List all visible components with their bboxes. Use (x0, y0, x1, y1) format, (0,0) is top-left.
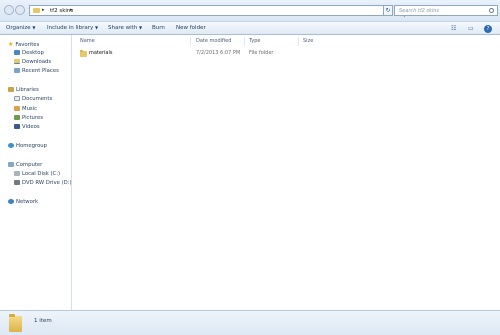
forward-button[interactable] (15, 5, 25, 15)
nav-network-label: Network (16, 199, 39, 205)
refresh-button[interactable]: ↻ (383, 5, 393, 16)
column-header-size[interactable]: Size (303, 38, 313, 44)
organize-button[interactable]: Organize ▼ (6, 25, 35, 31)
include-in-library-label: Include in library (47, 24, 94, 31)
nav-computer[interactable]: Computer (8, 162, 42, 168)
column-header-name[interactable]: Name (80, 38, 95, 44)
address-bar-row: ▸ tf2 skins ▸ ▾ ↻ Search tf2 skins (0, 0, 500, 21)
downloads-icon (14, 59, 20, 64)
organize-label: Organize (6, 24, 31, 31)
nav-item-local-disk[interactable]: Local Disk (C:) (14, 171, 60, 177)
nav-network[interactable]: Network (8, 199, 38, 205)
documents-icon (14, 96, 20, 101)
breadcrumb-arrow[interactable]: ▸ (70, 7, 73, 13)
dvd-drive-icon (14, 180, 20, 185)
nav-homegroup[interactable]: Homegroup (8, 143, 47, 149)
nav-item-music[interactable]: Music (14, 106, 37, 112)
computer-icon (8, 162, 14, 167)
folder-icon (80, 50, 87, 57)
include-in-library-button[interactable]: Include in library ▼ (47, 25, 98, 31)
file-name[interactable]: materials (89, 50, 112, 56)
nav-favorites-label: Favorites (15, 42, 40, 48)
back-button[interactable] (4, 5, 14, 15)
column-divider[interactable] (190, 37, 191, 46)
breadcrumb-separator[interactable]: ▸ (42, 7, 45, 13)
column-divider[interactable] (244, 37, 245, 46)
chevron-down-icon: ▼ (94, 24, 99, 30)
nav-item-label: Videos (22, 124, 40, 130)
nav-item-desktop[interactable]: Desktop (14, 50, 44, 56)
column-header-type[interactable]: Type (249, 38, 260, 44)
nav-item-label: Music (22, 106, 38, 112)
nav-libraries-label: Libraries (16, 87, 39, 93)
libraries-icon (8, 87, 14, 92)
nav-libraries[interactable]: Libraries (8, 87, 39, 93)
nav-item-dvd-drive[interactable]: DVD RW Drive (D:) H (14, 180, 77, 186)
videos-icon (14, 124, 20, 129)
music-icon (14, 106, 20, 111)
details-pane: 1 item (0, 310, 500, 335)
nav-item-label: Local Disk (C:) (22, 171, 61, 177)
nav-item-label: Documents (22, 96, 53, 102)
views-icon[interactable]: ☷ (451, 25, 456, 32)
network-icon (8, 199, 14, 204)
search-icon (489, 8, 494, 13)
address-field[interactable]: ▸ tf2 skins ▸ ▾ (29, 5, 406, 19)
search-placeholder: Search tf2 skins (399, 7, 440, 14)
star-icon: ★ (8, 41, 14, 48)
column-divider[interactable] (298, 37, 299, 46)
pictures-icon (14, 115, 20, 120)
preview-pane-icon[interactable]: ▭ (468, 25, 474, 32)
nav-item-label: Desktop (22, 50, 44, 56)
file-type: File folder (249, 50, 274, 56)
recent-places-icon (14, 68, 20, 73)
file-date-modified: 7/2/2013 6:07 PM (196, 50, 241, 56)
search-input[interactable]: Search tf2 skins (394, 5, 498, 16)
chevron-down-icon: ▼ (32, 24, 36, 30)
item-count: 1 item (34, 318, 52, 324)
file-list-pane: Name Date modified Type Size materials 7… (72, 35, 500, 310)
homegroup-icon (8, 143, 14, 148)
help-icon[interactable]: ? (484, 25, 492, 33)
folder-icon (33, 8, 40, 13)
disk-icon (14, 171, 20, 176)
nav-item-label: Downloads (22, 59, 52, 65)
nav-item-recent-places[interactable]: Recent Places (14, 68, 59, 74)
nav-item-label: DVD RW Drive (D:) H (22, 180, 78, 186)
folder-icon (9, 314, 22, 332)
navigation-pane: ★ Favorites Desktop Downloads Recent Plac… (0, 35, 77, 310)
nav-item-downloads[interactable]: Downloads (14, 59, 51, 65)
chevron-down-icon: ▼ (139, 24, 143, 30)
nav-item-documents[interactable]: Documents (14, 96, 52, 102)
table-row[interactable]: materials 7/2/2013 6:07 PM File folder (76, 49, 376, 59)
burn-button[interactable]: Burn (152, 25, 165, 31)
column-header-date-modified[interactable]: Date modified (196, 38, 231, 44)
share-with-label: Share with (108, 24, 138, 31)
nav-homegroup-label: Homegroup (16, 143, 48, 149)
nav-item-pictures[interactable]: Pictures (14, 115, 43, 121)
nav-favorites[interactable]: ★ Favorites (8, 41, 39, 48)
nav-item-label: Pictures (22, 115, 43, 121)
share-with-button[interactable]: Share with ▼ (108, 25, 142, 31)
nav-item-videos[interactable]: Videos (14, 124, 40, 130)
nav-item-label: Recent Places (22, 68, 59, 74)
new-folder-button[interactable]: New folder (176, 25, 206, 31)
nav-computer-label: Computer (16, 162, 43, 168)
desktop-icon (14, 50, 20, 55)
command-toolbar: Organize ▼ Include in library ▼ Share wi… (0, 21, 500, 35)
